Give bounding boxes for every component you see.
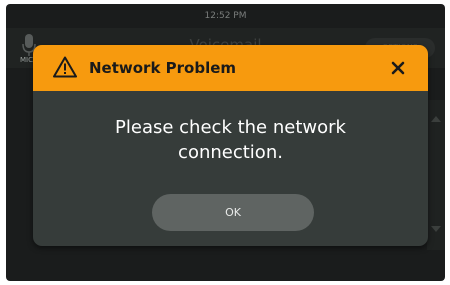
ok-button[interactable]: OK (152, 194, 314, 231)
scroll-up-icon[interactable] (431, 116, 441, 122)
dialog-title: Network Problem (89, 59, 237, 77)
microphone-label: MIC (20, 56, 33, 64)
network-problem-dialog: Network Problem Please check the network… (33, 45, 428, 246)
dialog-message: Please check the network connection. (33, 115, 428, 165)
dialog-header: Network Problem (33, 45, 428, 91)
warning-icon (53, 56, 77, 78)
scroll-down-icon[interactable] (431, 226, 441, 232)
dialog-message-line-2: connection. (178, 142, 283, 163)
status-bar-time: 12:52 PM (204, 11, 247, 21)
close-icon[interactable] (388, 58, 408, 78)
device-screen: 12:52 PM MIC Voicemail OPTIONS Network P… (6, 4, 445, 281)
dialog-message-line-1: Please check the network (115, 117, 346, 138)
